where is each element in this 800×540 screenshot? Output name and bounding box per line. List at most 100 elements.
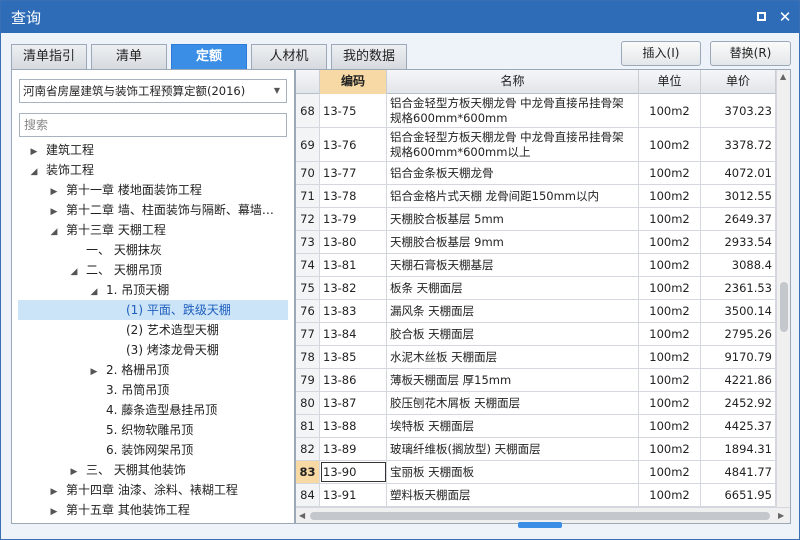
tree-node[interactable]: 4. 藤条造型悬挂吊顶 <box>12 400 294 420</box>
header-code[interactable]: 编码 <box>320 70 387 94</box>
quota-name: 铝合金轻型方板天棚龙骨 中龙骨直接吊挂骨架 规格600mm*600mm以上 <box>387 128 639 161</box>
table-row[interactable]: 70 13-77 铝合金条板天棚龙骨 100m2 4072.01 <box>296 162 776 185</box>
quota-library-select[interactable]: 河南省房屋建筑与装饰工程预算定额(2016) ▼ <box>19 79 287 103</box>
collapse-arrow-icon[interactable]: ◢ <box>48 222 60 242</box>
quota-price: 2649.37 <box>701 208 776 230</box>
quota-price: 1894.31 <box>701 438 776 460</box>
expand-arrow-icon[interactable]: ▶ <box>28 142 40 162</box>
tree-node[interactable]: (3) 烤漆龙骨天棚 <box>12 340 294 360</box>
quota-price: 3703.23 <box>701 94 776 127</box>
tab-bill[interactable]: 清单 <box>91 44 167 69</box>
table-row[interactable]: 75 13-82 板条 天棚面层 100m2 2361.53 <box>296 277 776 300</box>
tree-node-label: 二、 天棚吊顶 <box>86 263 162 277</box>
expand-arrow-icon[interactable]: ▶ <box>48 202 60 222</box>
close-icon[interactable]: ✕ <box>777 9 793 25</box>
row-number: 81 <box>296 415 320 437</box>
vertical-scroll-thumb[interactable] <box>780 282 788 332</box>
panel-splitter-handle[interactable] <box>518 522 562 528</box>
grid-header: 编码 名称 单位 单价 <box>296 70 776 94</box>
table-row[interactable]: 80 13-87 胶压刨花木屑板 天棚面层 100m2 2452.92 <box>296 392 776 415</box>
table-row[interactable]: 81 13-88 埃特板 天棚面层 100m2 4425.37 <box>296 415 776 438</box>
expand-arrow-icon[interactable]: ▶ <box>88 362 100 382</box>
tree-node[interactable]: ▶ 2. 格栅吊顶 <box>12 360 294 380</box>
header-name[interactable]: 名称 <box>387 70 639 94</box>
collapse-arrow-icon[interactable]: ◢ <box>28 162 40 182</box>
tree-node[interactable]: ▶ 第十一章 楼地面装饰工程 <box>12 180 294 200</box>
collapse-arrow-icon[interactable]: ◢ <box>68 262 80 282</box>
quota-price: 2933.54 <box>701 231 776 253</box>
tree-node[interactable]: 一、 天棚抹灰 <box>12 240 294 260</box>
quota-unit: 100m2 <box>639 300 701 322</box>
tree-node[interactable]: ◢ 1. 吊顶天棚 <box>12 280 294 300</box>
tree-node[interactable]: (1) 平面、跌级天棚 <box>18 300 288 320</box>
horizontal-scroll-thumb[interactable] <box>310 512 770 520</box>
row-number: 75 <box>296 277 320 299</box>
horizontal-scrollbar[interactable]: ◀ ▶ <box>296 507 790 523</box>
quota-name: 天棚胶合板基层 5mm <box>387 208 639 230</box>
title-bar[interactable]: 查询 ✕ <box>1 1 799 33</box>
table-row[interactable]: 68 13-75 铝合金轻型方板天棚龙骨 中龙骨直接吊挂骨架 规格600mm*600… <box>296 94 776 128</box>
collapse-arrow-icon[interactable]: ◢ <box>88 282 100 302</box>
tree-node-label: 4. 藤条造型悬挂吊顶 <box>106 403 218 417</box>
insert-button[interactable]: 插入(I) <box>621 41 701 66</box>
maximize-icon[interactable] <box>753 9 769 25</box>
search-input[interactable] <box>19 113 287 137</box>
tab-labor-material-machine[interactable]: 人材机 <box>251 44 327 69</box>
header-price[interactable]: 单价 <box>701 70 776 94</box>
table-row[interactable]: 71 13-78 铝合金格片式天棚 龙骨间距150mm以内 100m2 3012.55 <box>296 185 776 208</box>
quota-unit: 100m2 <box>639 438 701 460</box>
quota-name: 胶压刨花木屑板 天棚面层 <box>387 392 639 414</box>
tree-node[interactable]: 3. 吊筒吊顶 <box>12 380 294 400</box>
table-row[interactable]: 76 13-83 漏风条 天棚面层 100m2 3500.14 <box>296 300 776 323</box>
tree-node[interactable]: ▶ 第十四章 油漆、涂料、裱糊工程 <box>12 480 294 500</box>
tree-node[interactable]: ▶ 建筑工程 <box>12 140 294 160</box>
quota-unit: 100m2 <box>639 254 701 276</box>
expand-arrow-icon[interactable]: ▶ <box>48 482 60 502</box>
quota-price: 4425.37 <box>701 415 776 437</box>
tree-node[interactable]: 5. 织物软雕吊顶 <box>12 420 294 440</box>
tree-node[interactable]: ◢ 装饰工程 <box>12 160 294 180</box>
tree-node[interactable]: (2) 艺术造型天棚 <box>12 320 294 340</box>
quota-price: 4072.01 <box>701 162 776 184</box>
scroll-left-icon[interactable]: ◀ <box>299 511 305 520</box>
quota-unit: 100m2 <box>639 415 701 437</box>
row-number: 69 <box>296 128 320 161</box>
tree-node-label: 2. 格栅吊顶 <box>106 363 170 377</box>
table-row[interactable]: 79 13-86 薄板天棚面层 厚15mm 100m2 4221.86 <box>296 369 776 392</box>
row-number: 80 <box>296 392 320 414</box>
quota-price: 3378.72 <box>701 128 776 161</box>
table-row[interactable]: 74 13-81 天棚石膏板天棚基层 100m2 3088.4 <box>296 254 776 277</box>
quota-unit: 100m2 <box>639 346 701 368</box>
tree-node[interactable]: ◢ 二、 天棚吊顶 <box>12 260 294 280</box>
expand-arrow-icon[interactable]: ▶ <box>68 462 80 482</box>
table-row[interactable]: 69 13-76 铝合金轻型方板天棚龙骨 中龙骨直接吊挂骨架 规格600mm*600… <box>296 128 776 162</box>
tab-quota[interactable]: 定额 <box>171 44 247 69</box>
table-row[interactable]: 78 13-85 水泥木丝板 天棚面层 100m2 9170.79 <box>296 346 776 369</box>
replace-button[interactable]: 替换(R) <box>710 41 791 66</box>
quota-name: 天棚胶合板基层 9mm <box>387 231 639 253</box>
scroll-right-icon[interactable]: ▶ <box>778 511 784 520</box>
tree-node[interactable]: ▶ 三、 天棚其他装饰 <box>12 460 294 480</box>
row-number: 70 <box>296 162 320 184</box>
quota-code: 13-79 <box>320 208 387 230</box>
tree-node[interactable]: ▶ 第十二章 墙、柱面装饰与隔断、幕墙… <box>12 200 294 220</box>
expand-arrow-icon[interactable]: ▶ <box>48 182 60 202</box>
table-row[interactable]: 73 13-80 天棚胶合板基层 9mm 100m2 2933.54 <box>296 231 776 254</box>
quota-price: 2361.53 <box>701 277 776 299</box>
table-row[interactable]: 83 13-90 宝丽板 天棚面板 100m2 4841.77 <box>296 461 776 484</box>
scroll-up-icon[interactable]: ▲ <box>780 72 786 81</box>
table-row[interactable]: 82 13-89 玻璃纤维板(搁放型) 天棚面层 100m2 1894.31 <box>296 438 776 461</box>
vertical-scrollbar[interactable]: ▲ <box>776 70 790 507</box>
table-row[interactable]: 77 13-84 胶合板 天棚面层 100m2 2795.26 <box>296 323 776 346</box>
expand-arrow-icon[interactable]: ▶ <box>48 502 60 522</box>
tree-node[interactable]: ▶ 第十五章 其他装饰工程 <box>12 500 294 520</box>
tree-node-label: 第十三章 天棚工程 <box>66 223 166 237</box>
tree-node[interactable]: ◢ 第十三章 天棚工程 <box>12 220 294 240</box>
tab-bill-guide[interactable]: 清单指引 <box>11 44 87 69</box>
table-row[interactable]: 84 13-91 塑料板天棚面层 100m2 6651.95 <box>296 484 776 507</box>
tab-my-data[interactable]: 我的数据 <box>331 44 407 69</box>
table-row[interactable]: 72 13-79 天棚胶合板基层 5mm 100m2 2649.37 <box>296 208 776 231</box>
quota-price: 9170.79 <box>701 346 776 368</box>
tree-node[interactable]: 6. 装饰网架吊顶 <box>12 440 294 460</box>
header-unit[interactable]: 单位 <box>639 70 701 94</box>
